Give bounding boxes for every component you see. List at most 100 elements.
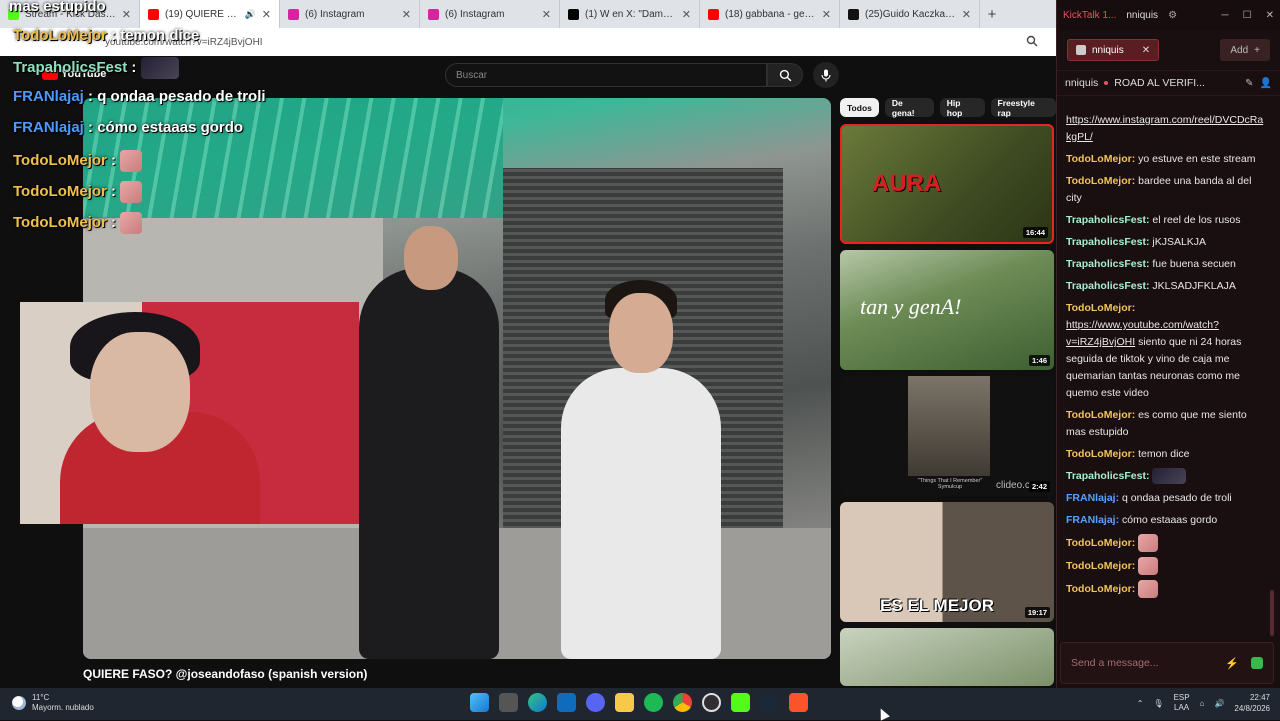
voice-search-button[interactable] — [813, 62, 839, 88]
browser-tab[interactable]: (19) QUIERE FASO? @ 🔊 ✕ — [140, 0, 280, 28]
folder-icon[interactable] — [615, 693, 634, 712]
chat-message: TodoLoMejor: — [1066, 557, 1265, 575]
system-tray: ⌃ 🎙 ESP LAA ⌂ 🔊 22:47 24/8/2026 — [1137, 692, 1270, 714]
browser-tab[interactable]: (1) W en X: "Damas y cab ✕ — [560, 0, 700, 28]
kick-icon[interactable] — [731, 693, 750, 712]
overlay-chat-line: FRANlajaj : cómo estaaas gordo — [13, 119, 243, 136]
chatroom-avatar-icon — [1076, 45, 1086, 55]
new-tab-button[interactable]: + — [980, 0, 1004, 28]
kicktalk-username[interactable]: nniquis — [1126, 10, 1158, 21]
chat-username[interactable]: FRANlajaj: — [1066, 514, 1119, 526]
related-video-thumbnail[interactable]: tan y genA! 1:46 — [840, 250, 1054, 370]
overlay-separator: : — [83, 88, 98, 105]
gear-icon[interactable]: ⚙ — [1168, 10, 1177, 21]
chat-username[interactable]: TodoLoMejor: — [1066, 448, 1135, 460]
browser-tab[interactable]: (25)Guido Kaczka: ¡Ácido ✕ — [840, 0, 980, 28]
add-label: Add — [1230, 44, 1249, 56]
volume-icon[interactable]: 🔊 — [1214, 699, 1224, 708]
chat-username[interactable]: TrapaholicsFest: — [1066, 470, 1149, 482]
chatroom-tab-label: nniquis — [1092, 44, 1124, 56]
obs-icon[interactable] — [702, 693, 721, 712]
tab-favicon-icon — [148, 8, 159, 20]
chat-username[interactable]: TodoLoMejor: — [1066, 583, 1135, 595]
youtube-page: YouTube Buscar QUIERE FASO? @joseandofas… — [0, 56, 1056, 688]
chat-username[interactable]: TrapaholicsFest: — [1066, 214, 1149, 226]
message-input[interactable]: Send a message... ⚡ — [1060, 642, 1274, 684]
filter-chip[interactable]: Todos — [840, 98, 879, 117]
chat-username[interactable]: FRANlajaj: — [1066, 492, 1119, 504]
stream-username[interactable]: nniquis — [1065, 77, 1098, 89]
chatroom-tab[interactable]: nniquis ✕ — [1067, 39, 1160, 61]
kick-emote-icon[interactable] — [1251, 657, 1263, 669]
chat-username[interactable]: TodoLoMejor: — [1066, 175, 1135, 187]
user-icon[interactable]: 👤 — [1260, 78, 1272, 89]
close-tab-icon[interactable]: ✕ — [262, 8, 271, 21]
related-video-thumbnail[interactable]: ES EL MEJOR 19:17 — [840, 502, 1054, 622]
chat-scrollbar[interactable] — [1270, 590, 1274, 636]
related-video-thumbnail[interactable]: AURA 16:44 — [840, 124, 1054, 244]
outlook-icon[interactable] — [557, 693, 576, 712]
task-view-icon[interactable] — [499, 693, 518, 712]
tab-label: (1) W en X: "Damas y cab — [585, 8, 676, 20]
close-tab-icon[interactable]: ✕ — [822, 8, 831, 21]
steam-icon[interactable] — [760, 693, 779, 712]
pin-icon[interactable]: ✎ — [1245, 78, 1253, 89]
related-video-thumbnail[interactable]: "Things That I Remember" Symulcup clideo… — [840, 376, 1054, 496]
close-icon[interactable]: ✕ — [1266, 10, 1274, 21]
add-chatroom-button[interactable]: Add + — [1220, 39, 1270, 61]
chat-username[interactable]: TrapaholicsFest: — [1066, 258, 1149, 270]
chat-username[interactable]: TodoLoMejor: — [1066, 409, 1135, 421]
weather-widget[interactable]: 11°C Mayorm. nublado — [12, 693, 94, 713]
chat-message: TodoLoMejor: bardee una banda al del cit… — [1066, 173, 1265, 207]
search-button[interactable] — [767, 63, 803, 87]
chat-message: TodoLoMejor: — [1066, 580, 1265, 598]
chat-username[interactable]: TodoLoMejor: — [1066, 560, 1135, 572]
cloud-icon — [12, 696, 26, 710]
tab-audio-icon[interactable]: 🔊 — [245, 9, 256, 20]
browser-tab[interactable]: (18) gabbana - genA! (hav ✕ — [700, 0, 840, 28]
filter-chip[interactable]: Freestyle rap — [990, 98, 1056, 118]
language-indicator[interactable]: ESP LAA — [1174, 693, 1190, 713]
close-tab-icon[interactable]: ✕ — [122, 8, 131, 21]
thumbnail-caption: tan y genA! — [860, 294, 962, 319]
chat-username[interactable]: TrapaholicsFest: — [1066, 280, 1149, 292]
minimize-icon[interactable]: ─ — [1222, 10, 1229, 21]
spotify-icon[interactable] — [644, 693, 663, 712]
zoom-icon[interactable] — [1026, 35, 1038, 47]
close-tab-icon[interactable]: ✕ — [682, 8, 691, 21]
close-tab-icon[interactable]: ✕ — [402, 8, 411, 21]
chat-username[interactable]: TodoLoMejor: — [1066, 302, 1135, 314]
tab-label: (6) Instagram — [445, 8, 505, 20]
emote-picker-icon[interactable]: ⚡ — [1225, 657, 1239, 670]
clock[interactable]: 22:47 24/8/2026 — [1234, 692, 1270, 714]
close-tab-icon[interactable]: ✕ — [1142, 45, 1150, 56]
discord-icon[interactable] — [586, 693, 605, 712]
search-input[interactable]: Buscar — [445, 63, 767, 87]
related-videos: AURA 16:44 tan y genA! 1:46 "Things That… — [840, 124, 1054, 692]
chat-username[interactable]: TrapaholicsFest: — [1066, 236, 1149, 248]
chat-message: TrapaholicsFest: el reel de los rusos — [1066, 212, 1265, 229]
brave-icon[interactable] — [789, 693, 808, 712]
chat-username[interactable]: TodoLoMejor: — [1066, 537, 1135, 549]
chrome-icon[interactable] — [673, 693, 692, 712]
related-video-thumbnail[interactable] — [840, 628, 1054, 686]
chat-link[interactable]: https://www.instagram.com/reel/DVCDcRakg… — [1066, 114, 1263, 143]
chat-username[interactable]: TodoLoMejor: — [1066, 153, 1135, 165]
chat-messages: https://www.instagram.com/reel/DVCDcRakg… — [1057, 112, 1273, 640]
windows-start-icon[interactable] — [470, 693, 489, 712]
browser-tab[interactable]: (6) Instagram ✕ — [420, 0, 560, 28]
close-tab-icon[interactable]: ✕ — [962, 8, 971, 21]
chat-message: TrapaholicsFest: JKLSADJFKLAJA — [1066, 278, 1265, 295]
window-controls: ─ ☐ ✕ — [1222, 10, 1274, 21]
chevron-up-icon[interactable]: ⌃ — [1137, 699, 1144, 708]
microphone-icon[interactable]: 🎙 — [1153, 699, 1163, 708]
filter-chip[interactable]: Hip hop — [939, 98, 985, 118]
filter-chip[interactable]: De gena! — [884, 98, 934, 118]
network-icon[interactable]: ⌂ — [1200, 699, 1205, 708]
live-dot-icon — [1104, 81, 1109, 85]
edge-icon[interactable] — [528, 693, 547, 712]
close-tab-icon[interactable]: ✕ — [542, 8, 551, 21]
browser-tab[interactable]: (6) Instagram ✕ — [280, 0, 420, 28]
maximize-icon[interactable]: ☐ — [1243, 10, 1252, 21]
video-title[interactable]: QUIERE FASO? @joseandofaso (spanish vers… — [83, 667, 367, 681]
